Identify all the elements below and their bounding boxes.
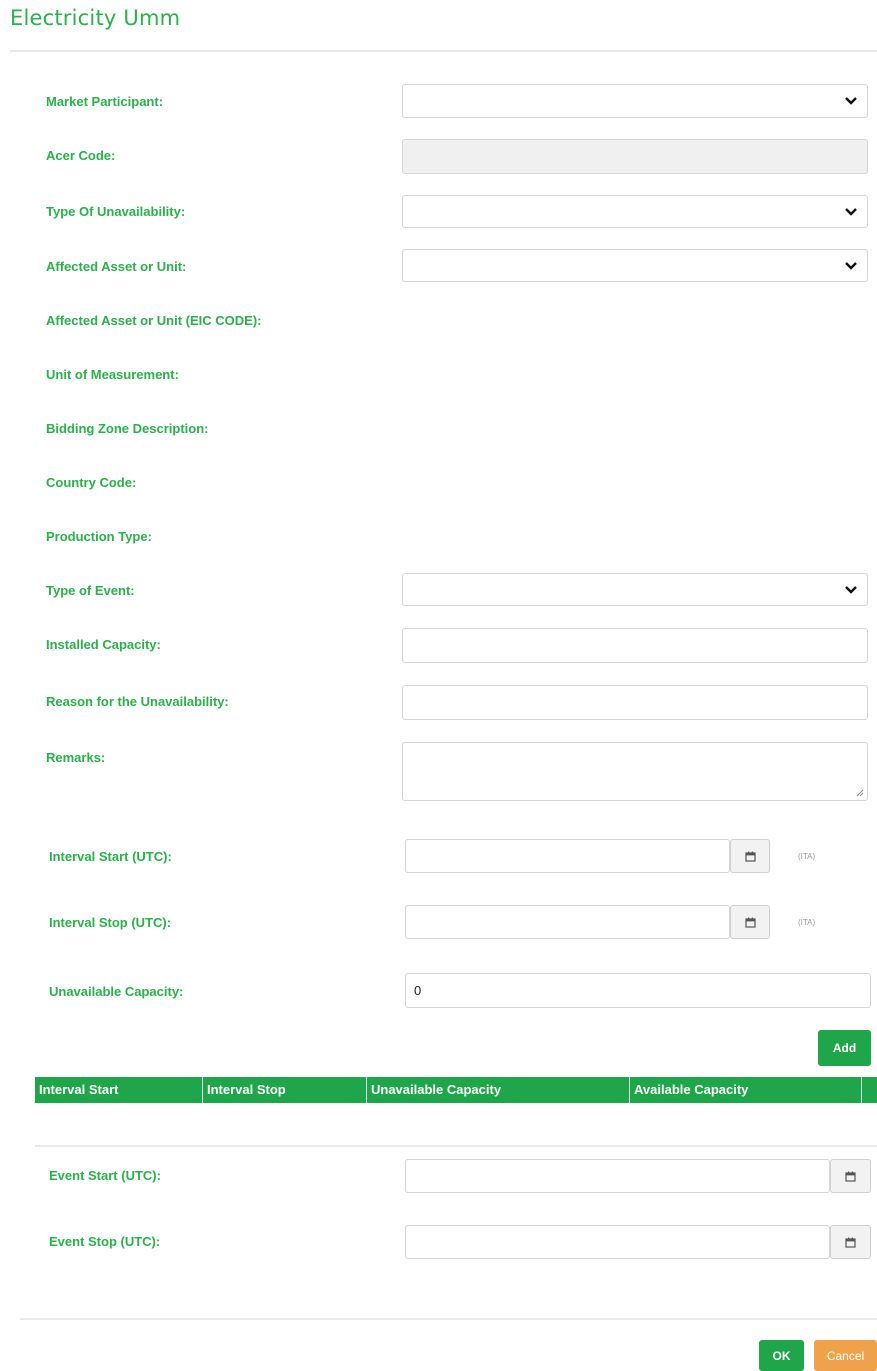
affected-asset-select[interactable] <box>402 249 868 282</box>
type-of-event-select[interactable] <box>402 573 868 606</box>
chevron-down-icon <box>845 207 857 216</box>
type-of-unavailability-select[interactable] <box>402 195 868 228</box>
column-header-available-capacity[interactable]: Available Capacity <box>630 1077 862 1103</box>
chevron-down-icon <box>845 585 857 594</box>
acer-code-field[interactable] <box>402 139 868 174</box>
unavailable-capacity-value: 0 <box>414 983 422 998</box>
event-start-calendar-button[interactable] <box>830 1159 871 1193</box>
footer-divider <box>20 1318 877 1320</box>
column-header-interval-start[interactable]: Interval Start <box>35 1077 203 1103</box>
page-title: Electricity Umm <box>10 6 181 30</box>
intervals-table-header: Interval Start Interval Stop Unavailable… <box>35 1077 877 1103</box>
column-header-extra <box>862 1077 877 1103</box>
event-stop-label: Event Stop (UTC): <box>49 1234 161 1249</box>
event-stop-input[interactable] <box>405 1225 830 1259</box>
reason-input[interactable] <box>402 685 868 720</box>
unavailable-capacity-input[interactable]: 0 <box>405 973 871 1008</box>
country-code-label: Country Code: <box>46 475 137 490</box>
unit-of-measurement-label: Unit of Measurement: <box>46 367 179 382</box>
event-start-input[interactable] <box>405 1159 830 1193</box>
market-participant-label: Market Participant: <box>46 94 164 109</box>
interval-stop-label: Interval Stop (UTC): <box>49 915 172 930</box>
interval-stop-calendar-button[interactable] <box>730 905 770 939</box>
calendar-icon <box>744 851 756 862</box>
add-button[interactable]: Add <box>818 1030 871 1066</box>
reason-label: Reason for the Unavailability: <box>46 694 229 709</box>
interval-stop-timezone: (ITA) <box>798 918 816 927</box>
remarks-textarea[interactable] <box>402 742 868 801</box>
event-stop-calendar-button[interactable] <box>830 1225 871 1259</box>
cancel-button[interactable]: Cancel <box>814 1340 877 1371</box>
column-header-unavailable-capacity[interactable]: Unavailable Capacity <box>367 1077 630 1103</box>
unavailable-capacity-label: Unavailable Capacity: <box>49 984 184 999</box>
installed-capacity-label: Installed Capacity: <box>46 637 161 652</box>
type-of-unavailability-label: Type Of Unavailability: <box>46 204 186 219</box>
affected-asset-eic-label: Affected Asset or Unit (EIC CODE): <box>46 313 262 328</box>
interval-stop-input[interactable] <box>405 905 730 939</box>
section-divider <box>35 1145 877 1147</box>
calendar-icon <box>845 1171 856 1182</box>
calendar-icon <box>744 917 756 928</box>
market-participant-select[interactable] <box>402 84 868 118</box>
type-of-event-label: Type of Event: <box>46 583 135 598</box>
remarks-label: Remarks: <box>46 750 106 765</box>
event-start-label: Event Start (UTC): <box>49 1168 161 1183</box>
affected-asset-label: Affected Asset or Unit: <box>46 259 187 274</box>
chevron-down-icon <box>845 261 857 270</box>
resize-grip-icon[interactable] <box>855 788 864 797</box>
header-divider <box>10 50 877 52</box>
interval-start-label: Interval Start (UTC): <box>49 849 172 864</box>
interval-start-input[interactable] <box>405 839 730 873</box>
ok-button[interactable]: OK <box>759 1340 804 1371</box>
column-header-interval-stop[interactable]: Interval Stop <box>203 1077 367 1103</box>
calendar-icon <box>845 1237 856 1248</box>
interval-start-timezone: (ITA) <box>798 852 816 861</box>
chevron-down-icon <box>845 97 857 105</box>
installed-capacity-input[interactable] <box>402 628 868 663</box>
interval-start-calendar-button[interactable] <box>730 839 770 873</box>
acer-code-label: Acer Code: <box>46 148 116 163</box>
bidding-zone-label: Bidding Zone Description: <box>46 421 209 436</box>
production-type-label: Production Type: <box>46 529 152 544</box>
